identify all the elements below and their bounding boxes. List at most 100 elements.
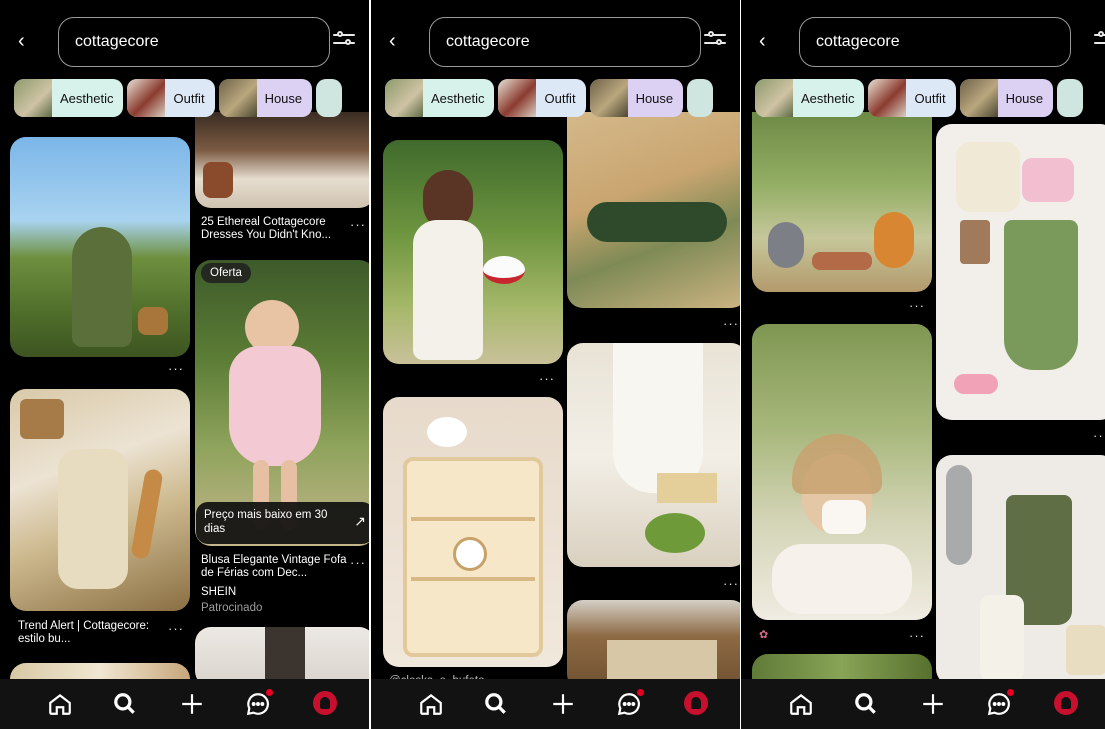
avatar[interactable] (313, 691, 337, 715)
chip-house[interactable]: House (589, 79, 684, 117)
pin-more-icon[interactable]: ··· (539, 372, 555, 385)
filter-sliders-icon[interactable] (704, 28, 726, 50)
pin-more-icon[interactable]: ··· (168, 622, 184, 635)
pin-image[interactable] (936, 124, 1105, 420)
chat-icon[interactable] (986, 689, 1014, 717)
pin-image[interactable] (567, 600, 740, 690)
notification-dot (1007, 689, 1014, 696)
chip-thumbnail (127, 79, 166, 117)
screen-2: ‹ cottagecore Aesthetic Outfit House ···… (371, 0, 740, 729)
chat-icon[interactable] (245, 689, 273, 717)
search-query: cottagecore (75, 33, 159, 50)
chip-row: Aesthetic Outfit House (755, 79, 1084, 117)
screen-1: ‹ cottagecore Aesthetic Outfit House ···… (0, 0, 369, 729)
chip-label: Outfit (544, 90, 576, 106)
chip-row: Aesthetic Outfit House (14, 79, 343, 117)
chip-partial[interactable] (316, 79, 343, 117)
offer-badge: Oferta (201, 263, 251, 283)
pin-title[interactable]: 25 Ethereal Cottagecore Dresses You Didn… (201, 216, 351, 242)
pin-image[interactable] (567, 112, 740, 308)
avatar[interactable] (1054, 691, 1078, 715)
notification-dot (266, 689, 273, 696)
chip-label: Aesthetic (60, 90, 114, 106)
chip-thumbnail (385, 79, 423, 117)
search-input[interactable]: cottagecore (58, 17, 330, 67)
back-chevron-icon[interactable]: ‹ (759, 30, 775, 52)
pin-more-icon[interactable]: ··· (909, 629, 925, 642)
chip-house[interactable]: House (959, 79, 1054, 117)
home-icon[interactable] (788, 691, 814, 717)
pin-image[interactable] (383, 397, 563, 667)
top-bar: ‹ cottagecore (741, 0, 1105, 76)
screen-3: ‹ cottagecore Aesthetic Outfit House ···… (741, 0, 1105, 729)
chip-aesthetic[interactable]: Aesthetic (755, 79, 865, 117)
chip-outfit[interactable]: Outfit (498, 79, 586, 117)
chip-partial[interactable] (1057, 79, 1084, 117)
bottom-nav (741, 679, 1105, 729)
bottom-nav (371, 679, 740, 729)
chat-icon[interactable] (616, 689, 644, 717)
sponsored-label: Patrocinado (201, 602, 263, 614)
chip-thumbnail (218, 79, 257, 117)
pin-title[interactable]: Trend Alert | Cottagecore: estilo bu... (18, 620, 158, 646)
chip-row: Aesthetic Outfit House (385, 79, 714, 117)
plus-icon[interactable] (920, 691, 946, 717)
pin-more-icon[interactable]: ··· (909, 299, 925, 312)
pin-image[interactable] (195, 627, 369, 687)
top-bar: ‹ cottagecore (0, 0, 369, 76)
pin-title[interactable]: Blusa Elegante Vintage Fofa de Férias co… (201, 554, 349, 580)
promo-text: Preço mais baixo em 30 dias (204, 509, 328, 535)
pin-image[interactable] (752, 324, 932, 620)
pin-image[interactable] (195, 112, 369, 208)
search-icon[interactable] (112, 691, 138, 717)
chip-thumbnail (959, 79, 998, 117)
chip-label: House (264, 90, 303, 106)
pin-reaction-icon: ✿ (759, 629, 769, 641)
chip-outfit[interactable]: Outfit (868, 79, 956, 117)
search-icon[interactable] (483, 691, 509, 717)
pin-image[interactable] (567, 343, 740, 567)
home-icon[interactable] (47, 691, 73, 717)
pin-more-icon[interactable]: ··· (723, 577, 739, 590)
chip-partial[interactable] (687, 79, 714, 117)
chip-house[interactable]: House (218, 79, 313, 117)
search-icon[interactable] (853, 691, 879, 717)
pin-image[interactable] (10, 389, 190, 611)
price-promo[interactable]: Preço mais baixo em 30 dias ↗ (196, 502, 369, 544)
chip-thumbnail (498, 79, 537, 117)
search-input[interactable]: cottagecore (799, 17, 1071, 67)
pin-image[interactable] (10, 137, 190, 357)
home-icon[interactable] (418, 691, 444, 717)
chip-label: House (1005, 90, 1044, 106)
avatar[interactable] (684, 691, 708, 715)
pin-image[interactable] (383, 140, 563, 364)
pin-image[interactable] (936, 455, 1105, 685)
search-input[interactable]: cottagecore (429, 17, 701, 67)
chip-thumbnail (14, 79, 52, 117)
bottom-nav (0, 679, 369, 729)
chip-thumbnail (755, 79, 793, 117)
chip-aesthetic[interactable]: Aesthetic (385, 79, 495, 117)
chip-label: Aesthetic (801, 90, 855, 106)
pin-more-icon[interactable]: ··· (168, 362, 184, 375)
pin-more-icon[interactable]: ··· (1093, 429, 1105, 442)
plus-icon[interactable] (179, 691, 205, 717)
pin-more-icon[interactable]: ··· (350, 218, 366, 231)
filter-sliders-icon[interactable] (1094, 28, 1105, 50)
pin-more-icon[interactable]: ··· (723, 317, 739, 330)
chip-thumbnail (589, 79, 628, 117)
chip-label: House (635, 90, 674, 106)
back-chevron-icon[interactable]: ‹ (389, 30, 405, 52)
chip-aesthetic[interactable]: Aesthetic (14, 79, 124, 117)
filter-sliders-icon[interactable] (333, 28, 355, 50)
pin-brand[interactable]: SHEIN (201, 586, 236, 599)
chip-thumbnail (868, 79, 907, 117)
search-query: cottagecore (816, 33, 900, 50)
pin-image[interactable] (752, 112, 932, 292)
pin-more-icon[interactable]: ··· (350, 556, 366, 569)
plus-icon[interactable] (550, 691, 576, 717)
chip-outfit[interactable]: Outfit (127, 79, 215, 117)
back-chevron-icon[interactable]: ‹ (18, 30, 34, 52)
top-bar: ‹ cottagecore (371, 0, 740, 76)
search-query: cottagecore (446, 33, 530, 50)
